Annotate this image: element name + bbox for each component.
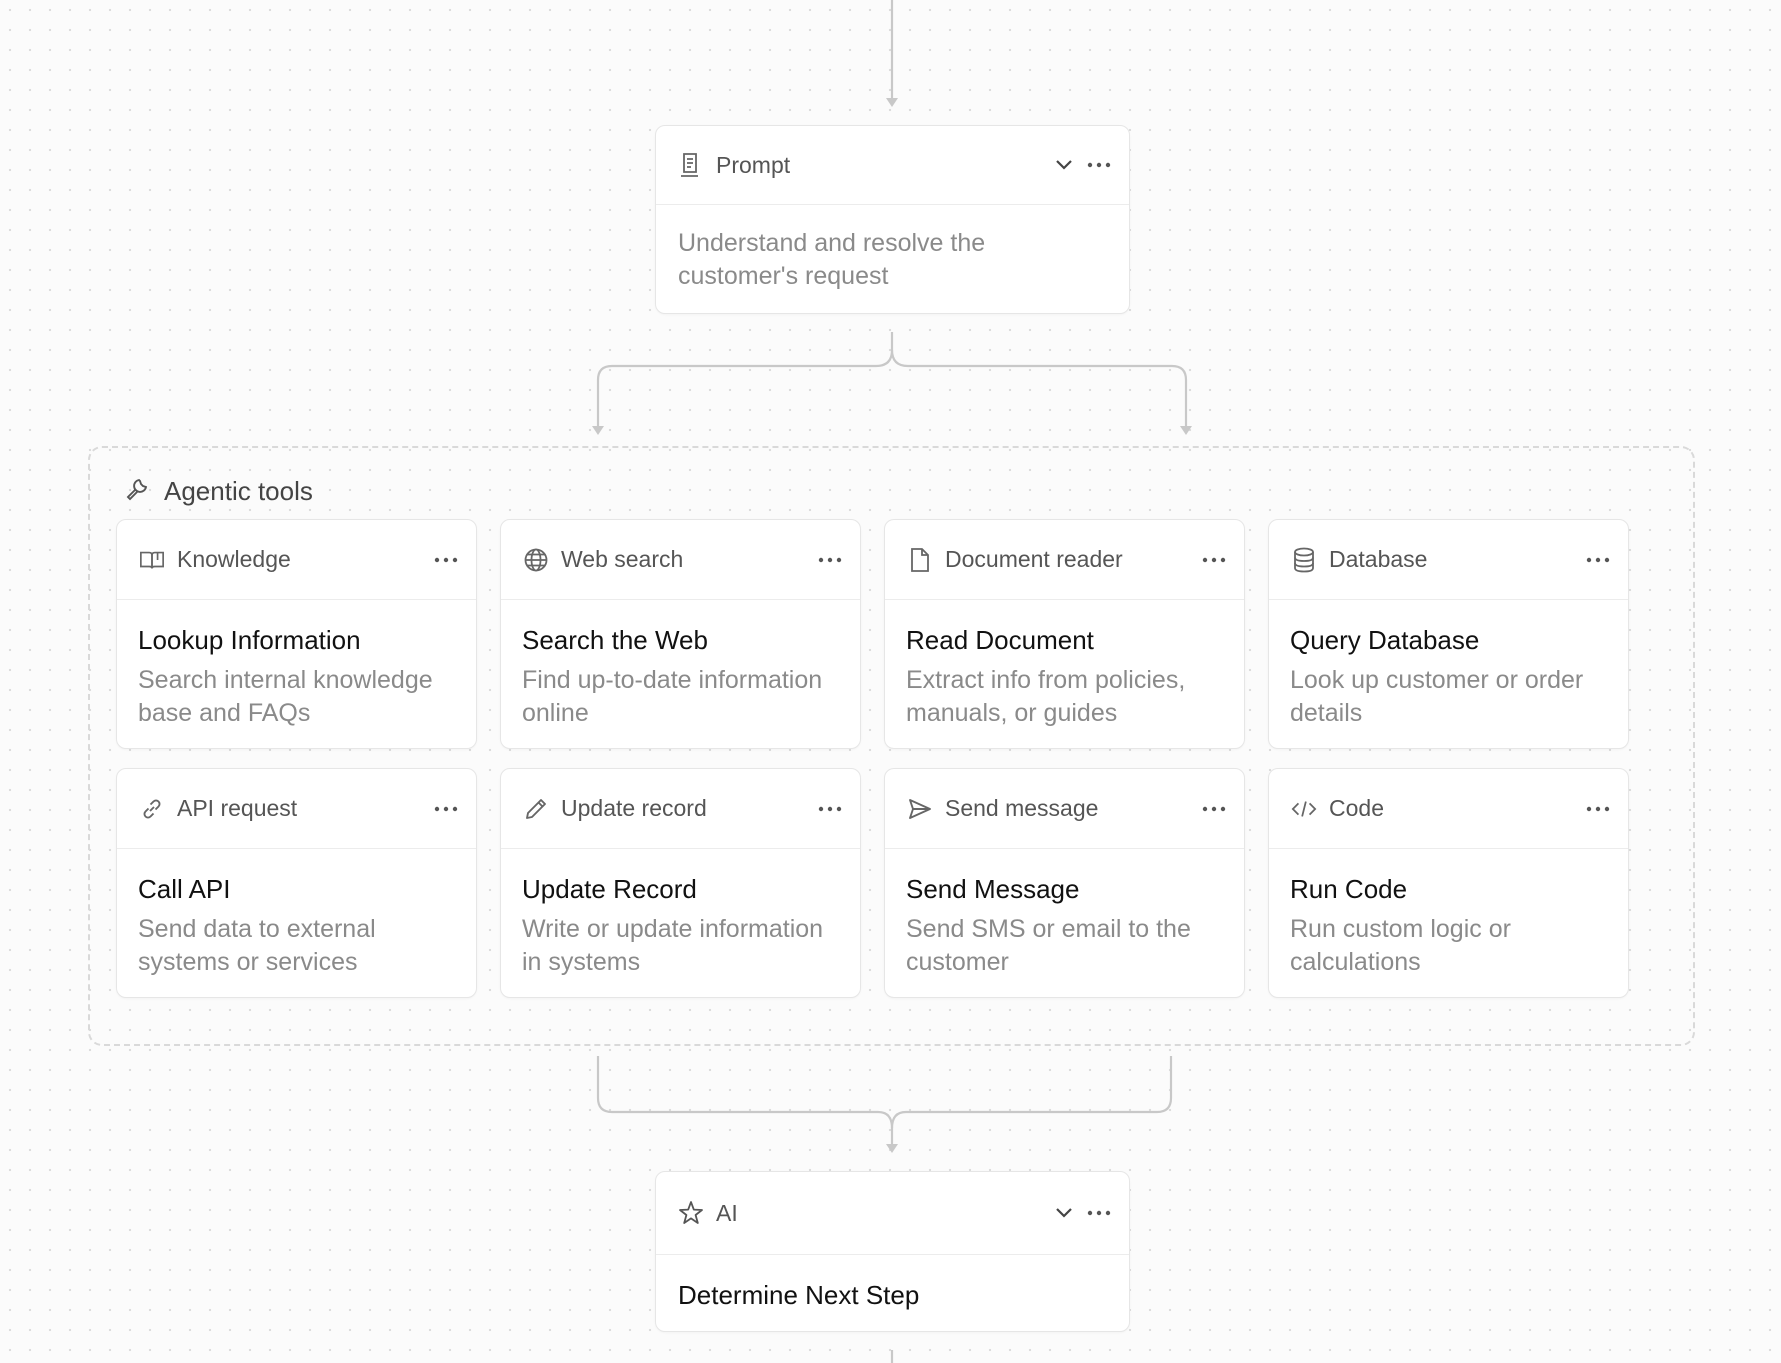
code-icon (1291, 796, 1317, 822)
tool-description: Find up-to-date information online (522, 666, 823, 727)
prompt-node-text: Understand and resolve the customer's re… (678, 229, 986, 290)
more-icon[interactable] (434, 806, 458, 812)
pencil-icon (523, 796, 549, 822)
wrench-icon (124, 476, 150, 507)
more-icon[interactable] (1586, 557, 1610, 563)
database-icon (1291, 547, 1317, 573)
globe-icon (523, 547, 549, 573)
tool-description: Write or update information in systems (522, 915, 824, 976)
tool-card-header: Update record (501, 769, 860, 849)
document-icon (907, 547, 933, 573)
tool-title: Lookup Information (138, 625, 361, 655)
tool-description: Send data to external systems or service… (138, 915, 376, 976)
more-icon[interactable] (1087, 1210, 1111, 1216)
tool-title: Read Document (906, 625, 1094, 655)
more-icon[interactable] (1087, 162, 1111, 168)
connector-merge (596, 1056, 894, 1146)
more-icon[interactable] (1202, 806, 1226, 812)
tool-title: Query Database (1290, 625, 1480, 655)
connector-split (596, 332, 894, 428)
tool-card-header: Web search (501, 520, 860, 600)
more-icon[interactable] (818, 557, 842, 563)
sparkle-icon (678, 1200, 704, 1226)
tool-card-header: Database (1269, 520, 1628, 600)
tool-card-send-message[interactable]: Send message Send Message Send SMS or em… (884, 768, 1245, 998)
tool-description: Run custom logic or calculations (1290, 915, 1511, 976)
tool-type-label: Update record (561, 795, 707, 821)
prompt-node-header: Prompt (656, 126, 1129, 205)
tool-card-api-request[interactable]: API request Call API Send data to extern… (116, 768, 477, 998)
prompt-node[interactable]: Prompt Understand and resolve the custom… (655, 125, 1130, 314)
tool-description: Look up customer or order details (1290, 666, 1584, 727)
chevron-down-icon[interactable] (1055, 1207, 1073, 1219)
tool-title: Send Message (906, 874, 1080, 904)
tool-description: Extract info from policies, manuals, or … (906, 666, 1186, 727)
tool-title: Call API (138, 874, 231, 904)
tool-card-code[interactable]: Code Run Code Run custom logic or calcul… (1268, 768, 1629, 998)
tool-card-database[interactable]: Database Query Database Look up customer… (1268, 519, 1629, 749)
more-icon[interactable] (1202, 557, 1226, 563)
tool-type-label: Document reader (945, 546, 1123, 572)
tool-title: Run Code (1290, 874, 1408, 904)
ai-node-header: AI (656, 1172, 1129, 1255)
tool-description: Send SMS or email to the customer (906, 915, 1191, 976)
more-icon[interactable] (818, 806, 842, 812)
tool-type-label: Database (1329, 546, 1428, 572)
tool-card-web-search[interactable]: Web search Search the Web Find up-to-dat… (500, 519, 861, 749)
send-icon (907, 796, 933, 822)
tool-card-document-reader[interactable]: Document reader Read Document Extract in… (884, 519, 1245, 749)
arrow-head (886, 98, 898, 107)
tool-card-header: API request (117, 769, 476, 849)
tool-card-header: Document reader (885, 520, 1244, 600)
prompt-icon (678, 152, 704, 178)
tool-card-update-record[interactable]: Update record Update Record Write or upd… (500, 768, 861, 998)
book-icon (139, 547, 165, 573)
group-title: Agentic tools (164, 476, 313, 506)
more-icon[interactable] (1586, 806, 1610, 812)
tool-card-header: Knowledge (117, 520, 476, 600)
tool-type-label: Send message (945, 795, 1099, 821)
ai-node-label: AI (716, 1199, 738, 1226)
tool-type-label: Code (1329, 795, 1384, 821)
tool-type-label: API request (177, 795, 298, 821)
tool-type-label: Web search (561, 546, 684, 572)
tool-card-knowledge[interactable]: Knowledge Lookup Information Search inte… (116, 519, 477, 749)
more-icon[interactable] (434, 557, 458, 563)
tool-type-label: Knowledge (177, 546, 291, 572)
chevron-down-icon[interactable] (1055, 159, 1073, 171)
prompt-node-label: Prompt (716, 151, 791, 178)
tool-card-header: Send message (885, 769, 1244, 849)
link-icon (139, 796, 165, 822)
tool-description: Search internal knowledge base and FAQs (138, 666, 433, 727)
tool-card-header: Code (1269, 769, 1628, 849)
tool-title: Update Record (522, 874, 697, 904)
tool-title: Search the Web (522, 625, 708, 655)
ai-node-title: Determine Next Step (678, 1280, 920, 1310)
ai-node[interactable]: AI Determine Next Step (655, 1171, 1130, 1332)
group-header: Agentic tools (124, 476, 313, 507)
